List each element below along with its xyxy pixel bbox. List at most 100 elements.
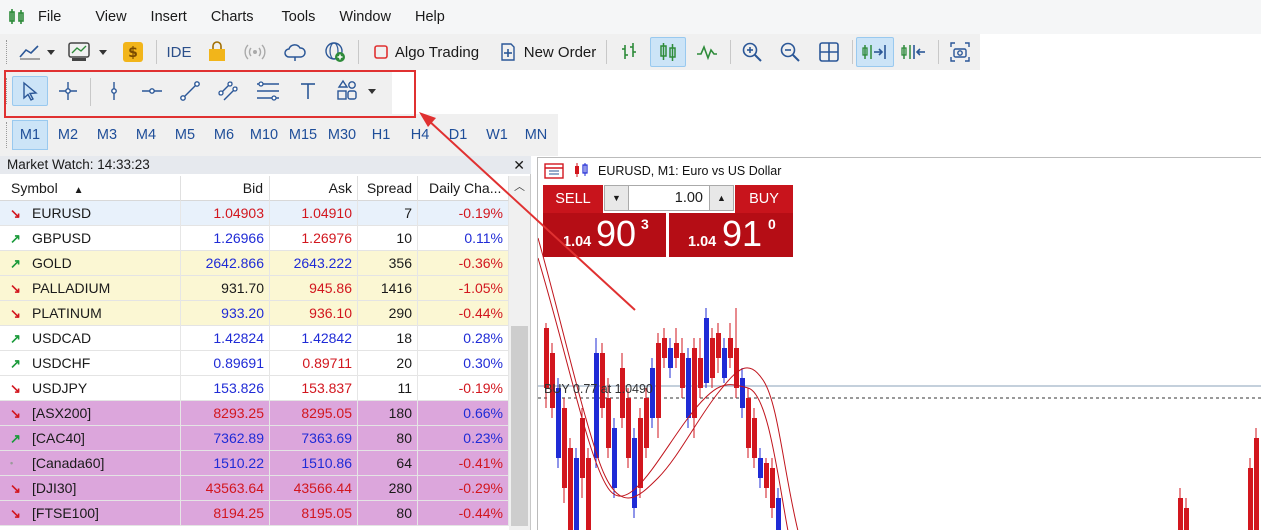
sell-price[interactable]: 1.04 90 3: [543, 213, 666, 257]
timeframe-m1[interactable]: M1: [12, 120, 48, 150]
bid-cell: 1.04903: [181, 201, 270, 226]
menu-file[interactable]: File: [38, 9, 79, 25]
timeframe-mn[interactable]: MN: [518, 120, 554, 150]
menu-charts[interactable]: Charts: [211, 9, 272, 25]
ask-cell: 43566.44: [270, 476, 358, 501]
table-row[interactable]: ↘ EURUSD 1.04903 1.04910 7 -0.19%: [0, 201, 509, 226]
table-row[interactable]: ↘ [ASX200] 8293.25 8295.05 180 0.66%: [0, 401, 509, 426]
screenshot-button[interactable]: [944, 37, 976, 67]
symbol-cell: GBPUSD: [0, 226, 181, 251]
bid-cell: 0.89691: [181, 351, 270, 376]
menu-window[interactable]: Window: [339, 9, 409, 25]
table-row[interactable]: ↘ USDJPY 153.826 153.837 11 -0.19%: [0, 376, 509, 401]
table-row[interactable]: ↘ [FTSE100] 8194.25 8195.05 80 -0.44%: [0, 501, 509, 526]
menu-tools[interactable]: Tools: [282, 9, 334, 25]
column-header-symbol[interactable]: Symbol ▲: [0, 176, 181, 201]
toolbar-grip[interactable]: [6, 122, 9, 148]
chart-shift-icon: [901, 45, 925, 59]
timeframe-m10[interactable]: M10: [245, 120, 283, 150]
autoscroll-button[interactable]: [856, 37, 894, 67]
table-row[interactable]: ↘ [DJI30] 43563.64 43566.44 280 -0.29%: [0, 476, 509, 501]
daily-change-cell: 0.11%: [418, 226, 509, 251]
timeframe-h1[interactable]: H1: [364, 120, 398, 150]
signals-button[interactable]: [240, 37, 270, 67]
ask-cell: 1.42842: [270, 326, 358, 351]
table-row[interactable]: ↘ PALLADIUM 931.70 945.86 1416 -1.05%: [0, 276, 509, 301]
vps-button[interactable]: [280, 37, 310, 67]
close-icon[interactable]: ✕: [513, 156, 525, 174]
new-order-button[interactable]: New Order: [494, 37, 600, 67]
scrollbar[interactable]: ︿: [509, 176, 530, 530]
chart-window[interactable]: EURUSD, M1: Euro vs US Dollar SELL ▼ 1.0…: [537, 157, 1261, 530]
candlestick-button[interactable]: [650, 37, 686, 67]
buy-button[interactable]: BUY: [735, 185, 793, 213]
web-button[interactable]: [320, 37, 350, 67]
candle-body: [668, 348, 673, 368]
symbol-cell: [FTSE100]: [0, 501, 181, 526]
toolbar-grip[interactable]: [6, 40, 9, 64]
candle-body: [746, 398, 751, 448]
decrease-lot-icon[interactable]: ▼: [605, 186, 629, 210]
timeframe-m4[interactable]: M4: [128, 120, 164, 150]
candle-body: [626, 398, 631, 458]
buy-price-pips: 91: [722, 213, 763, 254]
candle-body: [680, 353, 685, 388]
table-row[interactable]: ↗ GOLD 2642.866 2643.222 356 -0.36%: [0, 251, 509, 276]
timeframe-h4[interactable]: H4: [402, 120, 438, 150]
ask-cell: 153.837: [270, 376, 358, 401]
daily-change-cell: 0.28%: [418, 326, 509, 351]
algo-trading-button[interactable]: Algo Trading: [366, 37, 486, 67]
lot-size-input[interactable]: 1.00: [629, 190, 709, 206]
menu-help[interactable]: Help: [415, 9, 463, 25]
spread-cell: 80: [358, 501, 418, 526]
sell-price-pips: 90: [596, 213, 637, 254]
timeframe-w1[interactable]: W1: [479, 120, 515, 150]
chart-window-icon: [544, 163, 564, 179]
sell-button[interactable]: SELL: [543, 185, 603, 213]
timeframe-m6[interactable]: M6: [206, 120, 242, 150]
candle-body: [752, 418, 757, 458]
lot-size-stepper[interactable]: ▼ 1.00 ▲: [604, 185, 734, 211]
chart-line-icon: [19, 45, 55, 60]
new-chart-button[interactable]: [14, 37, 60, 67]
column-header-bid[interactable]: Bid: [181, 176, 270, 201]
table-row[interactable]: ↘ PLATINUM 933.20 936.10 290 -0.44%: [0, 301, 509, 326]
column-header-spread[interactable]: Spread: [358, 176, 418, 201]
buy-price[interactable]: 1.04 91 0: [669, 213, 793, 257]
timeframe-d1[interactable]: D1: [440, 120, 476, 150]
profiles-button[interactable]: [64, 37, 112, 67]
ide-button[interactable]: IDE: [162, 37, 196, 67]
timeframe-m15[interactable]: M15: [285, 120, 321, 150]
market-button[interactable]: $: [118, 37, 148, 67]
table-row[interactable]: ↗ [CAC40] 7362.89 7363.69 80 0.23%: [0, 426, 509, 451]
scrollbar-thumb[interactable]: [511, 326, 528, 526]
order-line-label: BUY 0.77 at 1.0490: [544, 382, 653, 396]
zoom-in-icon: [742, 42, 762, 62]
menu-view[interactable]: View: [95, 9, 144, 25]
candle-body: [758, 458, 763, 478]
timeframe-m5[interactable]: M5: [167, 120, 203, 150]
increase-lot-icon[interactable]: ▲: [709, 186, 733, 210]
ask-cell: 1510.86: [270, 451, 358, 476]
zoom-out-button[interactable]: [774, 37, 806, 67]
menu-insert[interactable]: Insert: [151, 9, 205, 25]
table-row[interactable]: ↗ USDCHF 0.89691 0.89711 20 0.30%: [0, 351, 509, 376]
table-row[interactable]: ↗ USDCAD 1.42824 1.42842 18 0.28%: [0, 326, 509, 351]
timeframe-m30[interactable]: M30: [324, 120, 360, 150]
timeframe-m3[interactable]: M3: [89, 120, 125, 150]
line-chart-button[interactable]: [690, 37, 724, 67]
table-row[interactable]: • [Canada60] 1510.22 1510.86 64 -0.41%: [0, 451, 509, 476]
shop-button[interactable]: [202, 37, 232, 67]
bar-chart-button[interactable]: [612, 37, 646, 67]
chart-shift-button[interactable]: [896, 37, 932, 67]
autoscroll-icon: [862, 45, 886, 59]
scroll-up-arrow-icon[interactable]: ︿: [514, 178, 525, 194]
column-header-daily-change[interactable]: Daily Cha...: [418, 176, 509, 201]
tile-windows-button[interactable]: [812, 37, 846, 67]
column-header-ask[interactable]: Ask: [270, 176, 358, 201]
timeframe-m2[interactable]: M2: [50, 120, 86, 150]
zoom-in-button[interactable]: [736, 37, 768, 67]
table-row[interactable]: ↗ GBPUSD 1.26966 1.26976 10 0.11%: [0, 226, 509, 251]
daily-change-cell: 0.23%: [418, 426, 509, 451]
grid-icon: [819, 42, 839, 62]
